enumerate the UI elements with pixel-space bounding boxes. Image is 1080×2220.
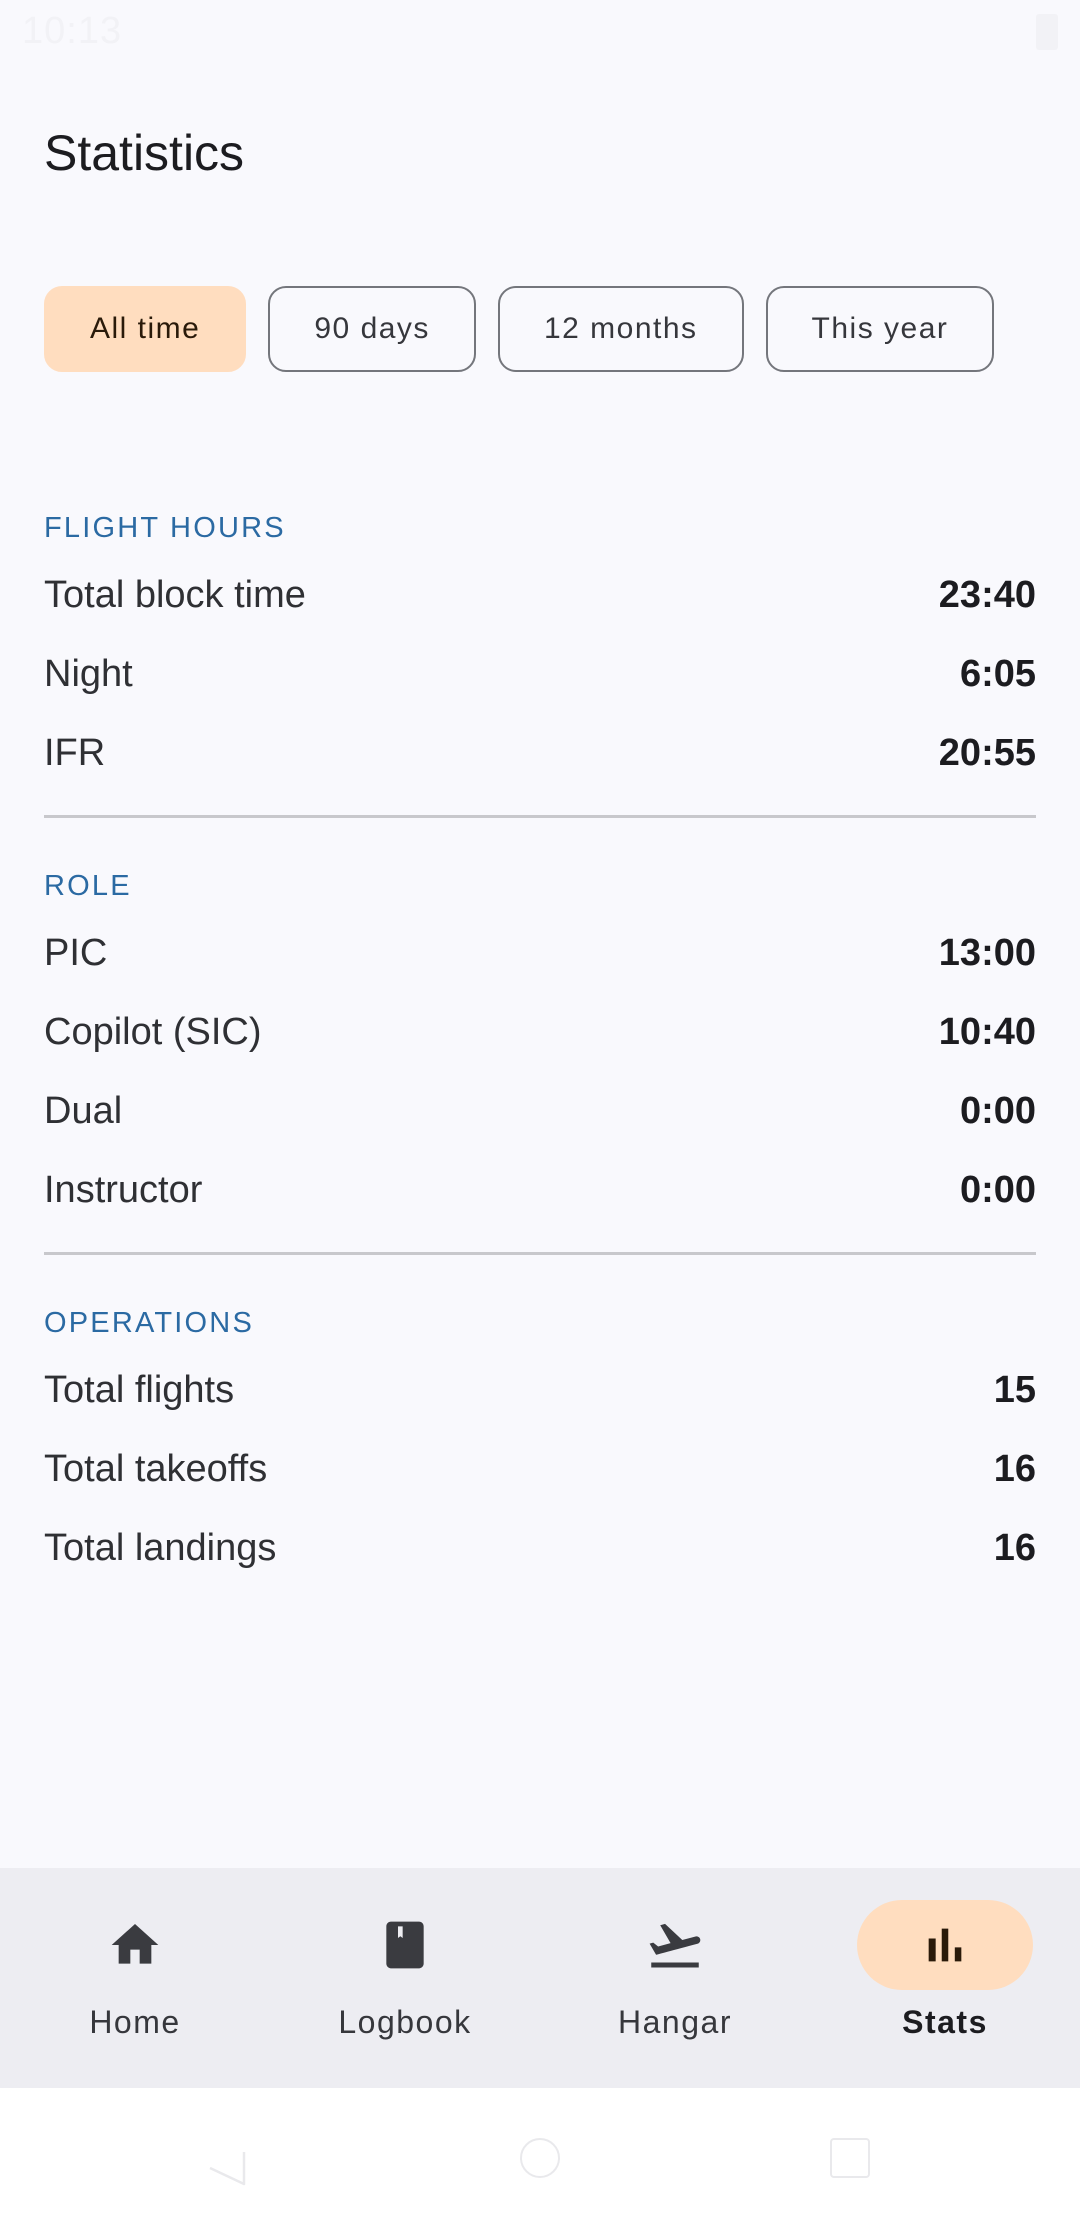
chip-all-time[interactable]: All time (44, 286, 247, 372)
stat-label: Total flights (44, 1369, 235, 1411)
stat-label: Total takeoffs (44, 1448, 268, 1490)
stat-row-instructor: Instructor 0:00 (44, 1151, 1036, 1230)
status-time: 10:13 (22, 10, 123, 52)
section-divider (44, 815, 1036, 818)
time-range-filter: All time 90 days 12 months This year (44, 286, 995, 372)
stat-row-ifr: IFR 20:55 (44, 714, 1036, 793)
nav-icon-container (317, 1900, 493, 1990)
stat-label: Copilot (SIC) (44, 1011, 262, 1053)
back-icon[interactable] (206, 2148, 248, 2188)
stat-value: 16 (993, 1448, 1036, 1490)
nav-label-logbook: Logbook (338, 2004, 472, 2040)
stat-value: 0:00 (959, 1090, 1036, 1132)
section-divider (44, 1252, 1036, 1255)
stat-value: 10:40 (938, 1011, 1036, 1053)
stat-label: Instructor (44, 1169, 203, 1211)
stat-label: Total landings (44, 1527, 277, 1569)
stat-label: IFR (44, 732, 106, 774)
bottom-navigation: Home Logbook Hangar Stats (0, 1868, 1080, 2088)
stat-label: Dual (44, 1090, 123, 1132)
nav-icon-container (587, 1900, 763, 1990)
chip-12-months[interactable]: 12 months (497, 286, 744, 372)
stat-value: 13:00 (938, 932, 1036, 974)
bar-chart-icon (928, 1928, 962, 1962)
stat-value: 16 (993, 1527, 1036, 1569)
home-circle-icon[interactable] (520, 2138, 560, 2178)
nav-icon-container (47, 1900, 223, 1990)
nav-label-home: Home (89, 2004, 181, 2040)
flight-takeoff-icon (649, 1923, 701, 1968)
section-header-operations: OPERATIONS (44, 1307, 254, 1339)
stat-label: Total block time (44, 574, 306, 616)
stat-label: Night (44, 653, 133, 695)
nav-icon-container (857, 1900, 1033, 1990)
stat-value: 15 (993, 1369, 1036, 1411)
recents-square-icon[interactable] (830, 2138, 870, 2178)
chip-90-days[interactable]: 90 days (268, 286, 476, 372)
nav-item-home[interactable]: Home (0, 1868, 270, 2088)
stat-row-total-takeoffs: Total takeoffs 16 (44, 1430, 1036, 1509)
statistics-screen: 10:13 Statistics All time 90 days 12 mon… (0, 0, 1080, 2220)
stat-value: 20:55 (938, 732, 1036, 774)
battery-icon (1036, 14, 1058, 50)
nav-label-hangar: Hangar (618, 2004, 732, 2040)
stat-row-copilot: Copilot (SIC) 10:40 (44, 993, 1036, 1072)
stats-content: FLIGHT HOURS Total block time 23:40 Nigh… (44, 500, 1036, 1588)
home-icon (111, 1924, 159, 1964)
nav-label-stats: Stats (902, 2004, 988, 2040)
stat-row-total-landings: Total landings 16 (44, 1509, 1036, 1588)
stat-row-night: Night 6:05 (44, 635, 1036, 714)
section-header-role: ROLE (44, 870, 132, 902)
chip-this-year[interactable]: This year (765, 286, 995, 372)
stat-value: 6:05 (959, 653, 1036, 695)
nav-item-logbook[interactable]: Logbook (270, 1868, 540, 2088)
status-bar: 10:13 (0, 0, 1080, 66)
nav-item-stats[interactable]: Stats (810, 1868, 1080, 2088)
stat-label: PIC (44, 932, 108, 974)
page-title: Statistics (44, 125, 245, 181)
stat-row-dual: Dual 0:00 (44, 1072, 1036, 1151)
stat-value: 0:00 (959, 1169, 1036, 1211)
stat-row-pic: PIC 13:00 (44, 914, 1036, 993)
stat-value: 23:40 (938, 574, 1036, 616)
book-icon (386, 1921, 424, 1969)
section-header-flight-hours: FLIGHT HOURS (44, 512, 286, 544)
stat-row-total-block-time: Total block time 23:40 (44, 556, 1036, 635)
nav-item-hangar[interactable]: Hangar (540, 1868, 810, 2088)
stat-row-total-flights: Total flights 15 (44, 1351, 1036, 1430)
